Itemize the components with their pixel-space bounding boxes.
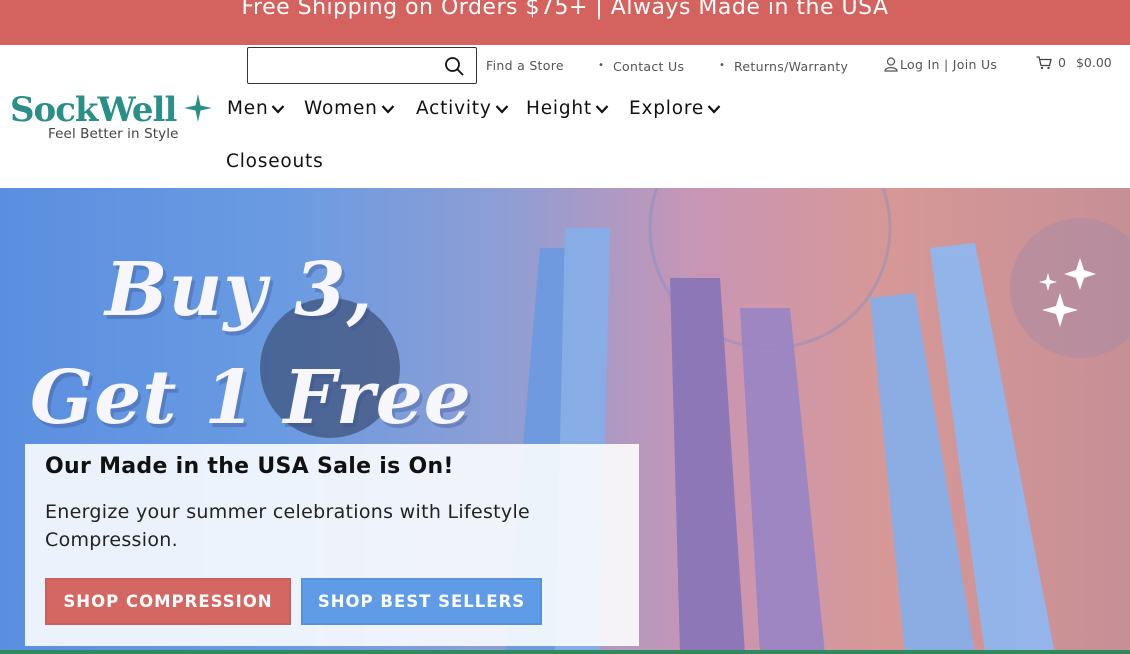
nav-height[interactable]: Height bbox=[526, 98, 609, 119]
cart-link[interactable]: 0 $0.00 bbox=[1036, 55, 1112, 70]
cart-icon bbox=[1036, 55, 1052, 69]
chevron-down-icon bbox=[272, 104, 285, 114]
nav-label: Activity bbox=[416, 98, 492, 119]
hero-headline-line1: Buy 3, bbox=[105, 247, 374, 333]
announcement-text: Free Shipping on Orders $75+ | Always Ma… bbox=[241, 0, 889, 20]
chevron-down-icon bbox=[495, 104, 508, 114]
nav-label: Men bbox=[227, 98, 269, 119]
promo-body: Energize your summer celebrations with L… bbox=[45, 501, 531, 551]
nav-label: Women bbox=[304, 98, 378, 119]
nav-label: Height bbox=[526, 98, 592, 119]
announcement-bar: Free Shipping on Orders $75+ | Always Ma… bbox=[0, 0, 1130, 45]
account-link[interactable]: Log In | Join Us bbox=[884, 57, 997, 72]
nav-label: Explore bbox=[629, 98, 705, 119]
nav-women[interactable]: Women bbox=[304, 98, 395, 119]
nav-activity[interactable]: Activity bbox=[416, 98, 509, 119]
cart-count: 0 bbox=[1058, 55, 1066, 70]
search-input[interactable] bbox=[247, 47, 477, 84]
shop-compression-button[interactable]: SHOP COMPRESSION bbox=[45, 578, 291, 625]
site-header: SockWell Feel Better in Style Find a Sto… bbox=[0, 45, 1130, 188]
chevron-down-icon bbox=[381, 104, 394, 114]
search-icon[interactable] bbox=[444, 56, 464, 76]
contact-link[interactable]: Contact Us bbox=[598, 59, 684, 74]
bottom-divider bbox=[0, 650, 1130, 654]
chevron-down-icon bbox=[707, 104, 721, 114]
hero-headline-line2: Get 1 Free bbox=[30, 355, 472, 441]
brand-tagline: Feel Better in Style bbox=[48, 126, 179, 142]
sparkle-icon bbox=[184, 94, 212, 122]
hero-banner[interactable]: Buy 3, Get 1 Free Our Made in the USA Sa… bbox=[0, 188, 1130, 654]
cart-total: $0.00 bbox=[1075, 55, 1112, 70]
returns-link[interactable]: Returns/Warranty bbox=[719, 59, 848, 74]
promo-title: Our Made in the USA Sale is On! bbox=[45, 454, 454, 479]
nav-explore[interactable]: Explore bbox=[629, 98, 721, 119]
nav-men[interactable]: Men bbox=[227, 98, 285, 119]
brand-logo[interactable]: SockWell Feel Better in Style bbox=[10, 92, 215, 142]
nav-closeouts[interactable]: Closeouts bbox=[226, 151, 324, 172]
account-label: Log In | Join Us bbox=[900, 57, 998, 72]
promo-card: Our Made in the USA Sale is On! Energize… bbox=[25, 444, 639, 646]
chevron-down-icon bbox=[595, 104, 609, 114]
user-icon bbox=[884, 57, 898, 72]
shop-best-sellers-button[interactable]: SHOP BEST SELLERS bbox=[301, 578, 542, 625]
find-store-link[interactable]: Find a Store bbox=[486, 58, 564, 73]
